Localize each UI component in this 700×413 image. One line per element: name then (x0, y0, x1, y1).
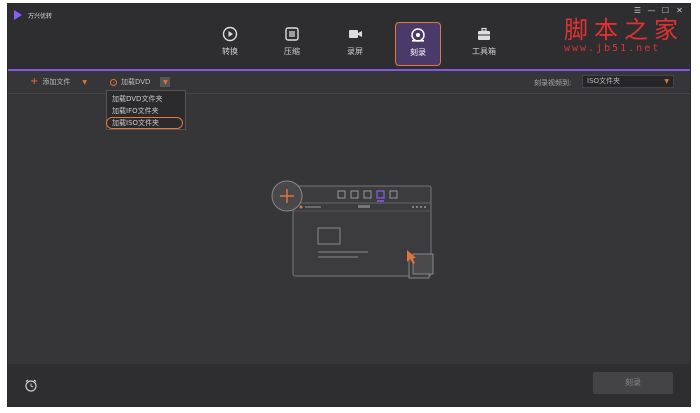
burn-button[interactable]: 刻录 (593, 372, 673, 394)
load-dvd-button[interactable]: 加载DVD ▼ (110, 77, 171, 87)
dvd-dropdown-menu: 加载DVD文件夹 加载IFO文件夹 加载ISO文件夹 (106, 90, 186, 130)
record-icon (349, 30, 362, 38)
tab-burn[interactable]: 刻录 (395, 22, 441, 66)
burn-icon (411, 28, 425, 42)
app-window: 万兴优转 ☰ — ☐ ✕ 转换 压缩 录屏 刻录 工具箱 + 添加文件 ▼ 加载… (7, 3, 691, 407)
plus-icon: + (30, 76, 39, 87)
empty-state-illustration[interactable] (263, 176, 441, 286)
toolbox-icon (478, 27, 490, 40)
burn-target-value: ISO文件夹 (587, 77, 621, 85)
tab-convert[interactable]: 转换 (208, 22, 252, 64)
menu-item-load-ifo-folder[interactable]: 加载IFO文件夹 (107, 105, 185, 117)
tab-burn-label: 刻录 (410, 48, 426, 57)
app-title: 万兴优转 (28, 12, 53, 20)
chevron-down-icon: ▼ (664, 78, 669, 85)
tab-record-label: 录屏 (347, 47, 363, 56)
nav-accent-line (8, 69, 690, 71)
watermark-title: 脚本之家 (564, 16, 684, 44)
tab-compress[interactable]: 压缩 (270, 22, 314, 64)
burn-to-label: 刻录视频到: (534, 79, 572, 87)
chevron-down-icon[interactable]: ▼ (82, 79, 87, 86)
menu-item-load-dvd-folder[interactable]: 加载DVD文件夹 (107, 93, 185, 105)
tab-compress-label: 压缩 (284, 47, 300, 56)
logo-play-icon (14, 10, 22, 20)
compress-icon (285, 27, 299, 41)
app-logo: 万兴优转 (14, 10, 52, 20)
load-dvd-label: 加载DVD (121, 78, 151, 86)
tab-convert-label: 转换 (222, 47, 238, 56)
watermark: 脚本之家 www.jb51.net (564, 10, 689, 60)
add-files-button[interactable]: + 添加文件 ▼ (30, 77, 87, 87)
convert-icon (222, 26, 238, 42)
disc-icon (110, 78, 117, 86)
bottom-bar: 刻录 (8, 364, 690, 406)
burn-target-select[interactable]: ISO文件夹 ▼ (582, 75, 674, 88)
tab-toolbox[interactable]: 工具箱 (462, 22, 506, 64)
add-files-label: 添加文件 (42, 78, 71, 86)
tab-record[interactable]: 录屏 (333, 22, 377, 64)
alarm-clock-icon[interactable] (24, 378, 38, 392)
menu-item-load-iso-folder[interactable]: 加载ISO文件夹 (106, 117, 183, 129)
tab-toolbox-label: 工具箱 (472, 47, 496, 56)
load-dvd-dropdown-icon[interactable]: ▼ (160, 77, 171, 87)
